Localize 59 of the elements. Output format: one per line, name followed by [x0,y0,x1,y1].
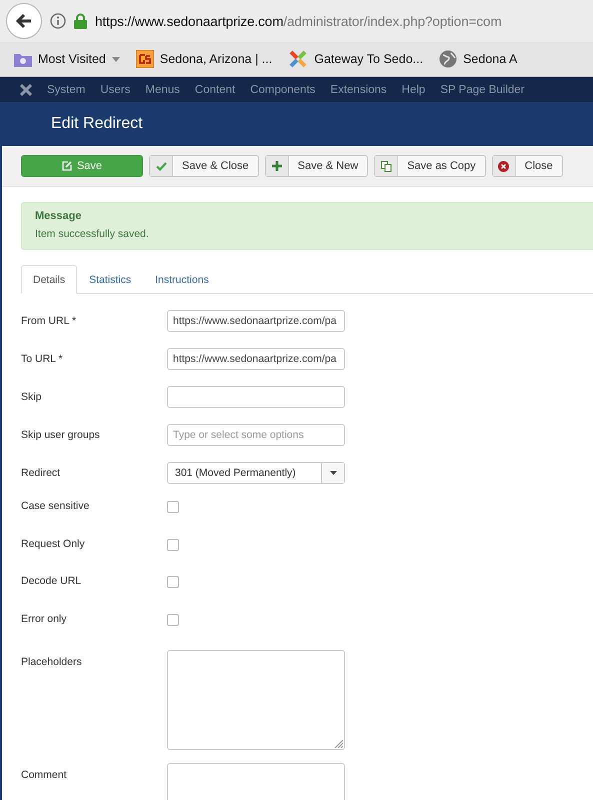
caret-icon [330,471,336,475]
folder-icon [14,52,32,66]
toolbar-button[interactable]: Close [492,155,563,177]
menu-item[interactable]: Components [250,84,316,96]
menu-item[interactable]: SP Page Builder [440,84,525,96]
tab[interactable]: Statistics [77,265,144,294]
page-title: Edit Redirect [51,115,143,133]
field-label: Request Only [21,538,86,550]
field-label: Decode URL [21,575,82,587]
tab[interactable]: Details [21,265,78,294]
bookmark[interactable]: Sedona, Arizona | ... [136,50,272,68]
resize-handle-icon[interactable] [334,739,343,748]
plus-icon [272,161,282,171]
menu-item[interactable]: Content [194,84,236,96]
field-label: Case sensitive [21,500,90,512]
toolbar-button[interactable]: Save & New [264,155,368,177]
field-label: Comment [21,768,68,781]
menu-item[interactable]: Extensions [330,84,387,96]
checkbox[interactable] [167,538,179,550]
field-label: Error only [21,612,68,624]
joomla-logo-icon [288,49,308,69]
toolbar-button[interactable]: Save as Copy [374,155,486,177]
text-field[interactable]: https://www.sedonaartprize.com/pa [167,348,345,370]
message-heading: Message [35,210,82,222]
joomla-logo-icon[interactable] [20,84,32,96]
menu-item[interactable]: Users [100,84,130,96]
menu-item[interactable]: Help [402,84,426,96]
checkbox[interactable] [167,614,179,626]
edit-icon [62,161,72,171]
field-label: Skip [21,390,42,403]
field-label: Placeholders [21,655,83,668]
lock-icon[interactable] [74,13,87,29]
field-label: From URL * [21,314,78,327]
field-label: To URL * [21,352,64,365]
tab[interactable]: Instructions [143,265,221,294]
checkbox[interactable] [167,576,179,588]
text-field[interactable]: https://www.sedonaartprize.com/pa [167,310,345,332]
bookmark[interactable]: Gateway To Sedo... [288,49,424,69]
globe-icon [439,50,458,68]
bookmark[interactable]: Sedona A [439,50,518,68]
menu-item[interactable]: System [47,84,86,96]
check-icon [156,162,166,170]
message-text: Item successfully saved. [35,228,150,240]
dropdown-caret-icon [112,56,120,62]
bookmark[interactable]: Most Visited [14,52,120,66]
redirect-select[interactable]: 301 (Moved Permanently) [167,462,345,484]
menu-item[interactable]: Menus [145,84,180,96]
back-arrow-icon [16,13,32,29]
copy-icon [380,160,392,172]
toolbar-button[interactable]: Save & Close [149,155,259,177]
info-icon[interactable] [50,13,66,29]
back-button[interactable] [6,3,42,39]
text-field[interactable] [167,386,345,408]
field-label: Redirect [21,466,62,479]
text-area[interactable] [167,650,345,750]
close-icon [498,160,510,172]
field-label: Skip user groups [21,428,101,441]
site-logo-icon [136,50,154,68]
checkbox[interactable] [167,501,179,513]
